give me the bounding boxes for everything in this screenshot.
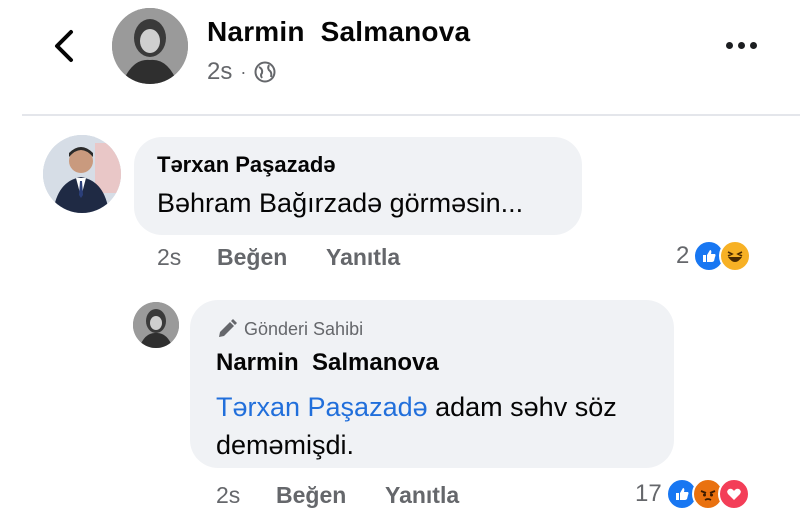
comment-reactions[interactable]: 2 bbox=[676, 240, 752, 272]
more-dot-icon bbox=[749, 41, 757, 49]
more-dot-icon bbox=[737, 41, 745, 49]
comment-author-avatar[interactable] bbox=[43, 135, 121, 213]
mention-link[interactable]: Tərxan Paşazadə bbox=[216, 392, 428, 422]
divider bbox=[22, 114, 800, 116]
post-meta: 2s · bbox=[207, 58, 276, 86]
reply-author-avatar[interactable] bbox=[133, 302, 179, 348]
reply-text-line2: deməmişdi. bbox=[216, 430, 355, 460]
reply-author-name[interactable]: Narmin Salmanova bbox=[216, 349, 439, 377]
post-author-name[interactable]: Narmin Salmanova bbox=[207, 16, 470, 48]
globe-icon bbox=[254, 61, 276, 83]
comment-author-name[interactable]: Tərxan Paşazadə bbox=[157, 152, 336, 178]
more-options-button[interactable] bbox=[716, 32, 766, 58]
reply-text: Tərxan Paşazadə adam səhv söz deməmişdi. bbox=[216, 388, 666, 464]
like-button[interactable]: Beğen bbox=[276, 482, 346, 509]
comment-text: Bəhram Bağırzadə görməsin... bbox=[157, 188, 524, 218]
reply-button[interactable]: Yanıtla bbox=[385, 482, 459, 509]
comment-time[interactable]: 2s bbox=[157, 244, 181, 271]
author-badge: Gönderi Sahibi bbox=[216, 318, 363, 340]
author-badge-label: Gönderi Sahibi bbox=[244, 318, 364, 339]
more-dot-icon bbox=[725, 41, 733, 49]
reply-text-line1: adam səhv söz bbox=[427, 392, 617, 422]
reaction-count: 17 bbox=[635, 480, 662, 507]
post-author-avatar[interactable] bbox=[112, 8, 188, 84]
back-button[interactable] bbox=[44, 24, 84, 68]
reply-button[interactable]: Yanıtla bbox=[326, 244, 400, 271]
haha-reaction-icon bbox=[719, 240, 752, 272]
love-reaction-icon bbox=[717, 478, 750, 510]
reply-reactions[interactable]: 17 bbox=[635, 478, 750, 510]
pencil-icon bbox=[219, 319, 237, 337]
post-time[interactable]: 2s bbox=[207, 58, 232, 86]
like-button[interactable]: Beğen bbox=[217, 244, 287, 271]
reply-time[interactable]: 2s bbox=[216, 482, 240, 509]
meta-separator: · bbox=[240, 61, 247, 82]
reaction-count: 2 bbox=[676, 242, 690, 269]
chevron-left-icon bbox=[55, 30, 73, 62]
